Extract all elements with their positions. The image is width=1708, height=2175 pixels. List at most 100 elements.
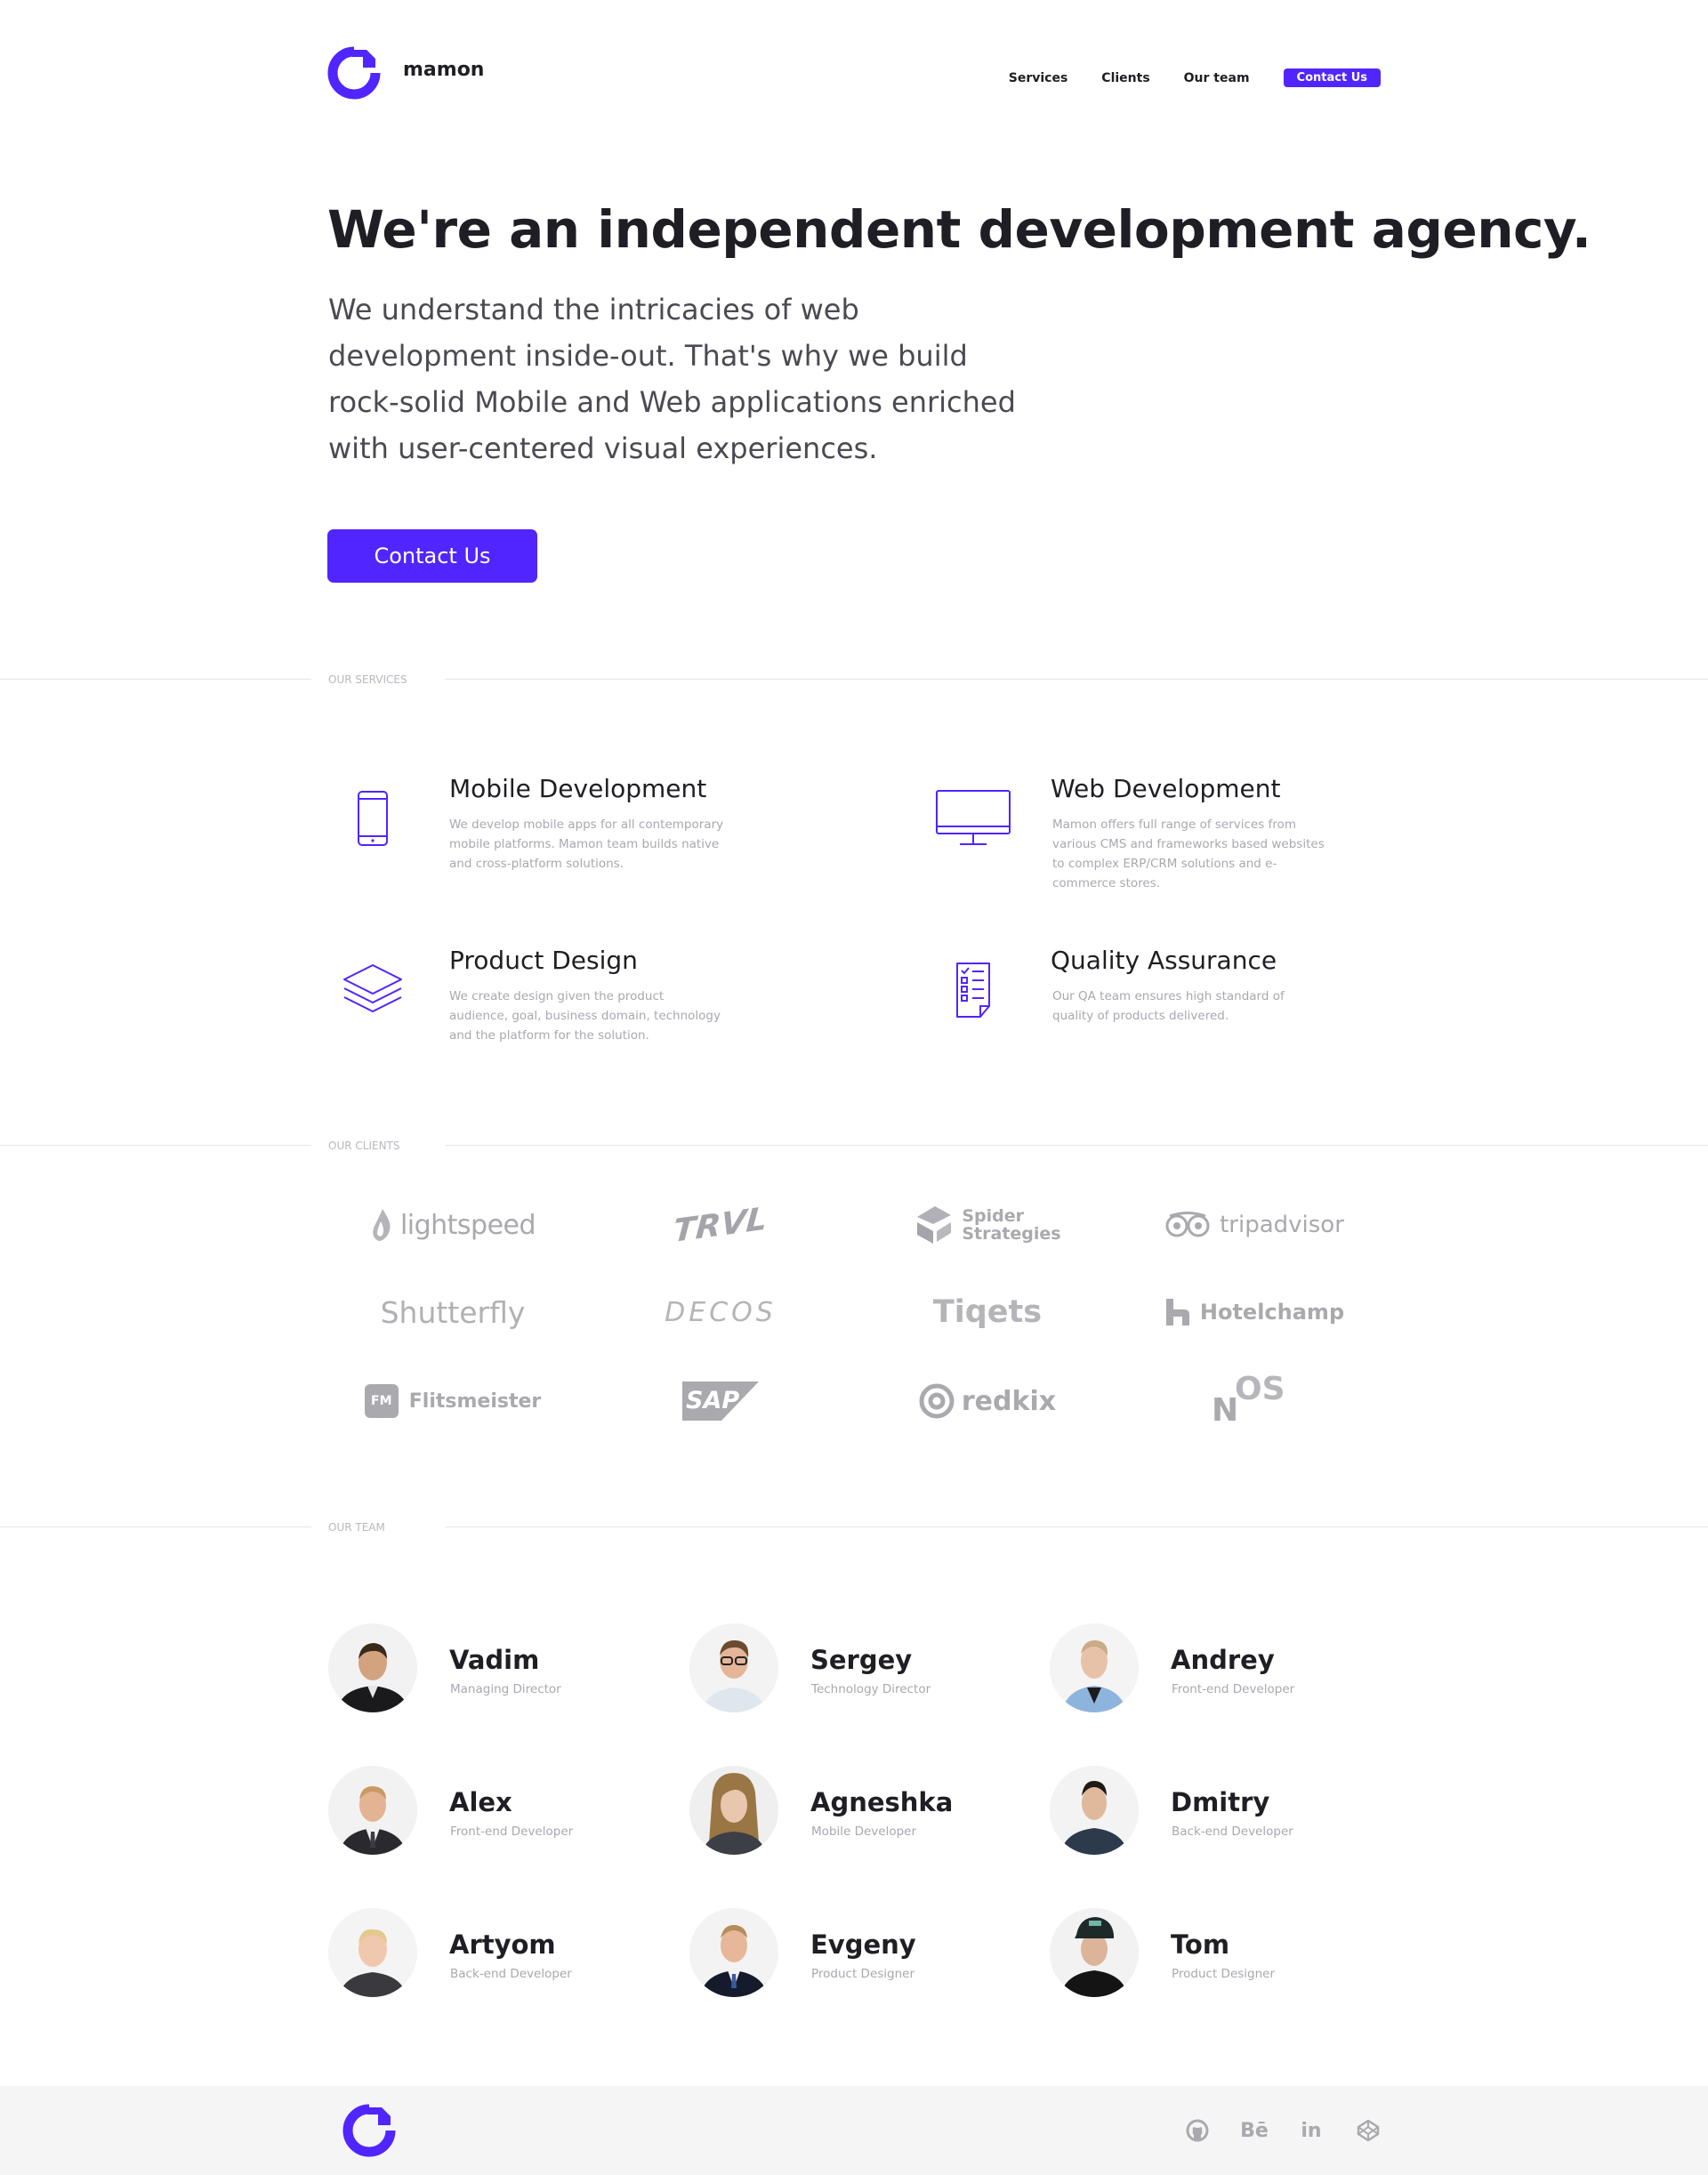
service-description: We develop mobile apps for all contempor… [449,818,724,871]
nav-clients[interactable]: Clients [1101,71,1149,85]
client-logo-tripadvisor: tripadvisor [1130,1194,1379,1256]
spider-mark-icon [917,1206,952,1244]
avatar [689,1908,778,1997]
client-name: Shutterfly [380,1294,526,1330]
member-role: Technology Director [811,1682,931,1696]
member-name: Alex [449,1787,512,1817]
linkedin-icon[interactable]: in [1299,2118,1324,2143]
team-member-card: Agneshka Mobile Developer [689,1766,1045,1855]
client-logo-redkix: redkix [863,1370,1112,1432]
team-member-card: Andrey Front-end Developer [1050,1623,1406,1712]
team-member-card: Vadim Managing Director [328,1623,684,1712]
member-role: Product Designer [1172,1967,1276,1981]
nav-our-team[interactable]: Our team [1184,71,1250,85]
services-section-label: OUR SERVICES [328,673,407,686]
member-name: Evgeny [810,1929,916,1960]
member-name: Tom [1171,1929,1230,1960]
monitor-icon [929,774,1018,863]
fm-badge-icon: FM [364,1384,399,1418]
client-name: DECOS [665,1296,777,1328]
divider-line [445,1145,1708,1146]
hotelchamp-h-icon [1165,1299,1189,1325]
client-logo-flitsmeister: FM Flitsmeister [328,1370,577,1432]
team-member-card: Tom Product Designer [1050,1908,1406,1997]
client-name: redkix [961,1385,1057,1417]
team-section-label: OUR TEAM [328,1521,385,1534]
service-description: We create design given the product audie… [449,989,721,1043]
service-title: Web Development [1051,774,1281,803]
client-name: lightspeed [399,1209,536,1241]
client-logo-spider-strategies: Spider Strategies [863,1194,1112,1256]
service-title: Mobile Development [449,774,707,803]
divider-line [445,679,1708,680]
avatar [328,1623,417,1712]
divider-line [0,1145,311,1146]
team-member-card: Alex Front-end Developer [328,1766,684,1855]
service-title: Quality Assurance [1051,946,1277,975]
codepen-icon[interactable] [1356,2118,1381,2143]
member-role: Front-end Developer [1172,1682,1295,1696]
client-name: SAP [686,1387,740,1414]
github-icon[interactable] [1185,2118,1210,2143]
service-title: Product Design [449,946,638,975]
client-logo-tiqets: Tiqets [863,1281,1112,1343]
client-name: TRVL [672,1200,769,1250]
client-name-line: Spider [962,1206,1025,1226]
member-role: Back-end Developer [1172,1825,1293,1839]
service-description: Our QA team ensures high standard of qua… [1052,989,1285,1023]
layers-icon [328,946,417,1035]
divider-line [0,679,311,680]
client-name: tripadvisor [1220,1212,1344,1238]
service-quality-assurance: Quality Assurance Our QA team ensures hi… [929,946,1462,1070]
client-name-line: Strategies [962,1224,1061,1244]
team-section-divider: OUR TEAM [0,1521,1708,1534]
avatar [328,1766,417,1855]
client-logo-lightspeed: lightspeed [328,1194,577,1256]
smartphone-icon [328,774,417,863]
header-contact-button[interactable]: Contact Us [1283,68,1381,87]
member-name: Dmitry [1171,1787,1270,1817]
team-member-card: Sergey Technology Director [689,1623,1045,1712]
clients-section-divider: OUR CLIENTS [0,1140,1708,1152]
brand-name[interactable]: mamon [403,59,484,81]
team-member-card: Dmitry Back-end Developer [1050,1766,1406,1855]
avatar [1050,1908,1139,1997]
main-nav: Services Clients Our team Contact Us [975,68,1381,87]
member-role: Managing Director [450,1682,561,1696]
client-logo-decos: DECOS [596,1281,845,1343]
checklist-icon [929,946,1018,1035]
client-name: Tiqets [932,1294,1043,1330]
behance-icon[interactable]: Bē [1240,2118,1269,2143]
client-name: Spider Strategies [962,1207,1060,1243]
member-name: Vadim [449,1645,540,1675]
service-description: Mamon offers full range of services from… [1052,818,1325,890]
avatar [689,1766,778,1855]
avatar [689,1623,778,1712]
services-section-divider: OUR SERVICES [0,673,1708,686]
redkix-ring-icon [919,1383,955,1419]
site-footer: Bē in [0,2086,1708,2175]
owl-eyes-icon [1165,1212,1210,1237]
service-product-design: Product Design We create design given th… [328,946,862,1070]
hero-contact-button[interactable]: Contact Us [327,529,537,583]
footer-logo-icon[interactable] [342,2104,396,2157]
nos-mark: N OS [1210,1371,1299,1429]
social-links: Bē in [1153,2118,1381,2143]
client-logo-trvl: TRVL [596,1194,845,1256]
clients-section-label: OUR CLIENTS [328,1140,400,1152]
member-name: Andrey [1171,1645,1275,1675]
mamon-logo-icon[interactable] [327,46,381,100]
hero-title: We're an independent development agency. [327,199,1591,260]
hero-description: We understand the intricacies of web dev… [328,293,1016,465]
client-logo-nos: N OS [1130,1370,1379,1432]
member-name: Agneshka [810,1787,954,1817]
member-name: Artyom [449,1929,556,1960]
client-logo-sap: SAP [596,1370,845,1432]
nav-services[interactable]: Services [1009,71,1068,85]
member-name: Sergey [810,1645,913,1675]
member-role: Product Designer [811,1967,915,1981]
nos-letter: OS [1235,1371,1285,1407]
member-role: Mobile Developer [811,1825,917,1839]
client-name: Flitsmeister [408,1390,542,1413]
avatar [1050,1766,1139,1855]
